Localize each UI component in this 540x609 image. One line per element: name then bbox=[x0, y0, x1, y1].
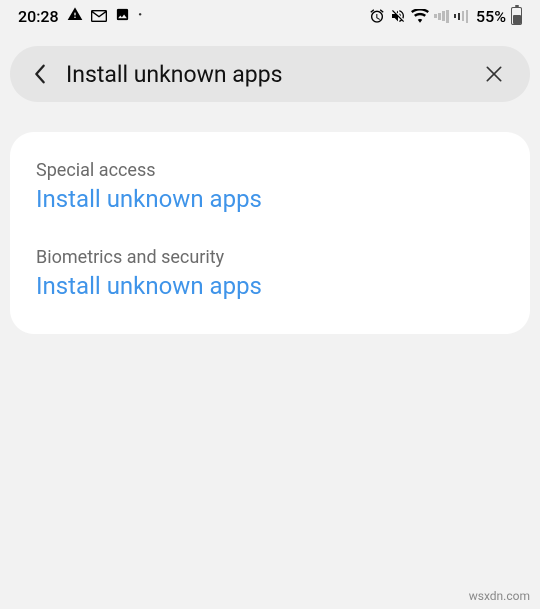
alarm-icon bbox=[369, 8, 385, 24]
warning-icon bbox=[67, 6, 83, 26]
status-time: 20:28 bbox=[18, 7, 59, 26]
watermark: wsxdn.com bbox=[469, 589, 530, 603]
gmail-icon bbox=[91, 7, 107, 26]
search-result[interactable]: Special access Install unknown apps bbox=[36, 160, 504, 213]
dot-icon: · bbox=[138, 7, 143, 25]
close-icon bbox=[484, 64, 504, 84]
status-bar: 20:28 · 55% bbox=[0, 0, 540, 32]
signal-icon-1 bbox=[434, 9, 449, 23]
result-title[interactable]: Install unknown apps bbox=[36, 272, 504, 300]
search-bar[interactable]: Install unknown apps bbox=[10, 46, 530, 102]
signal-icon-2 bbox=[454, 9, 469, 23]
search-results-card: Special access Install unknown apps Biom… bbox=[10, 132, 530, 334]
status-left: 20:28 · bbox=[18, 6, 143, 26]
search-input[interactable]: Install unknown apps bbox=[58, 61, 476, 88]
clear-button[interactable] bbox=[476, 56, 512, 92]
battery-percent: 55% bbox=[476, 7, 506, 26]
mute-icon bbox=[390, 8, 406, 24]
wifi-icon bbox=[411, 9, 429, 23]
status-right: 55% bbox=[369, 7, 522, 26]
image-icon bbox=[115, 7, 130, 26]
result-title[interactable]: Install unknown apps bbox=[36, 185, 504, 213]
result-category: Special access bbox=[36, 160, 504, 181]
chevron-left-icon bbox=[33, 63, 47, 85]
back-button[interactable] bbox=[22, 56, 58, 92]
battery-icon bbox=[511, 7, 522, 25]
search-result[interactable]: Biometrics and security Install unknown … bbox=[36, 247, 504, 300]
result-category: Biometrics and security bbox=[36, 247, 504, 268]
